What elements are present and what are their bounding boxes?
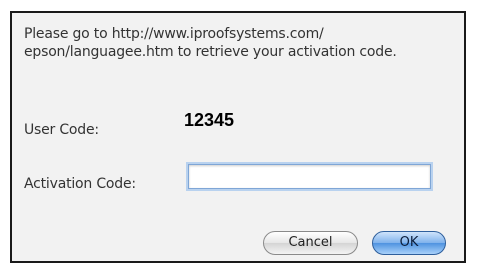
activation-dialog: Please go to http://www.iproofsystems.co… xyxy=(10,11,466,263)
activation-code-input[interactable] xyxy=(188,164,431,189)
activation-code-label: Activation Code: xyxy=(24,176,136,192)
ok-button[interactable]: OK xyxy=(372,231,446,255)
user-code-value: 12345 xyxy=(184,110,235,130)
instruction-message: Please go to http://www.iproofsystems.co… xyxy=(24,26,397,60)
cancel-button[interactable]: Cancel xyxy=(263,231,358,255)
user-code-label: User Code: xyxy=(24,122,99,138)
